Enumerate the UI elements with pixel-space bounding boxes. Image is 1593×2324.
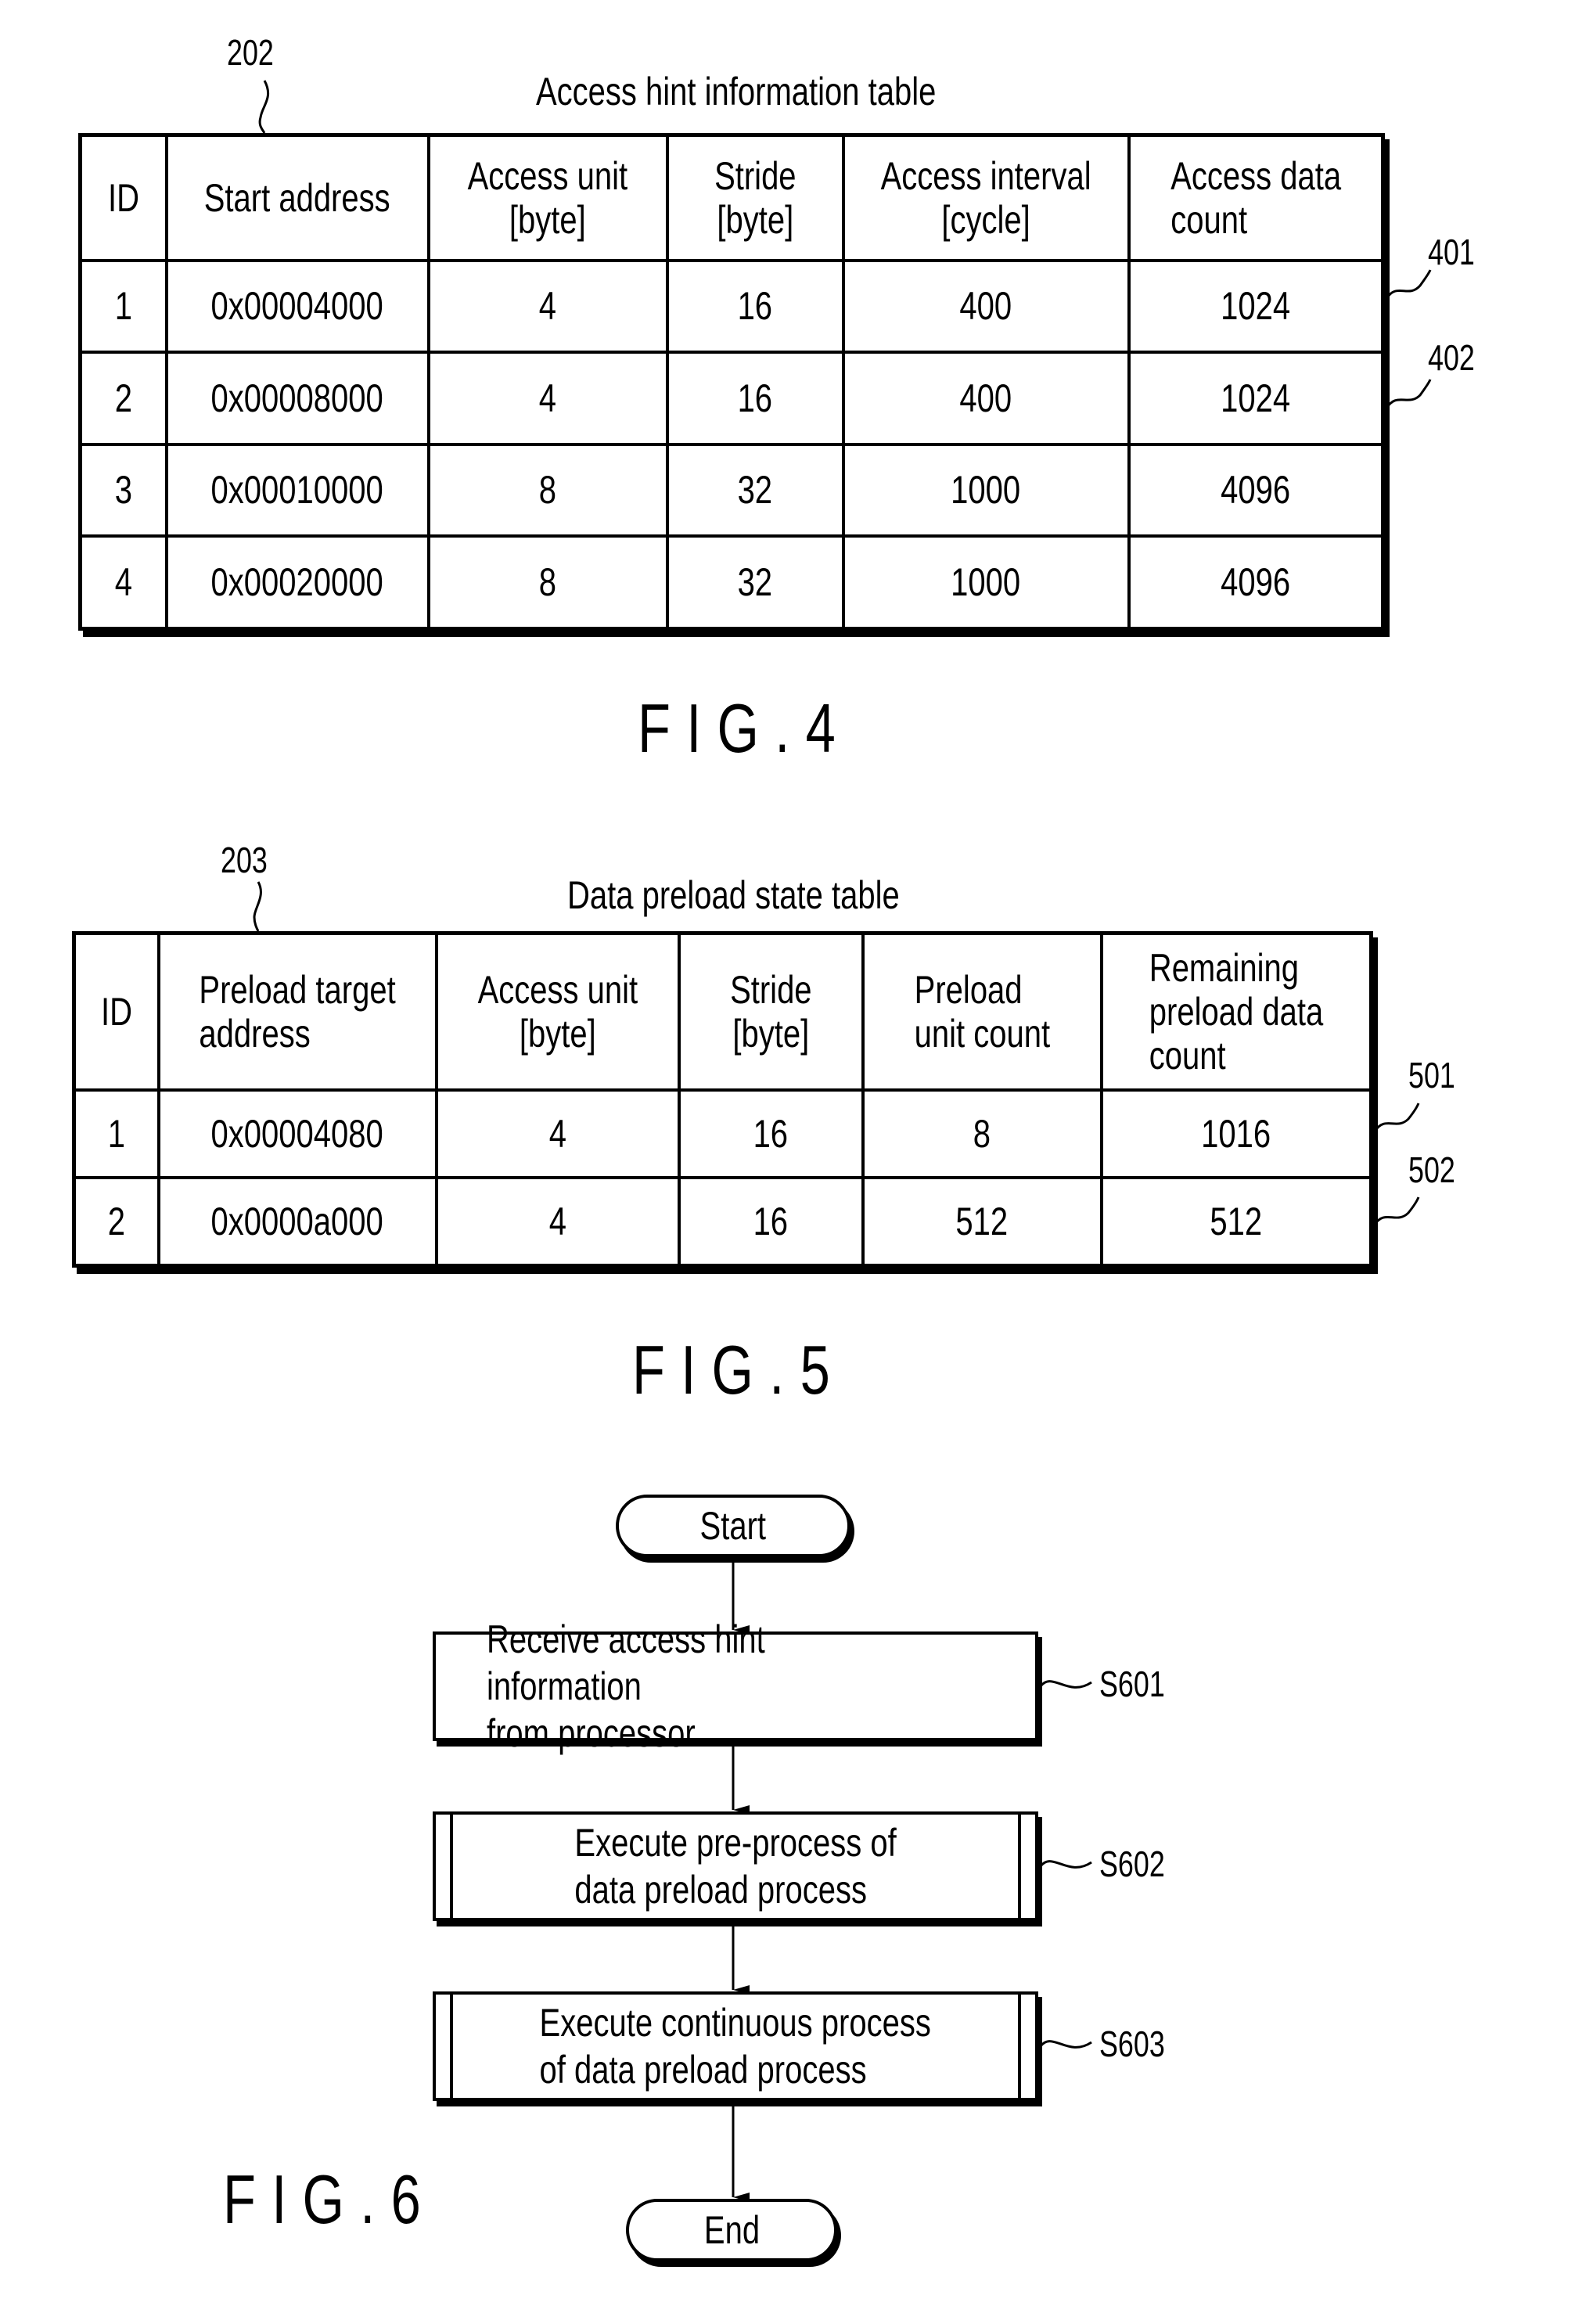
- leader-401: [1385, 269, 1432, 300]
- leader-s602: [1039, 1860, 1092, 1869]
- leader-202: [258, 80, 270, 134]
- leader-s601: [1039, 1680, 1092, 1689]
- leader-402: [1385, 379, 1432, 409]
- leader-502: [1373, 1196, 1420, 1225]
- connector-overlay: [253, 80, 1432, 2202]
- leader-203: [253, 881, 262, 932]
- leader-s603: [1039, 2040, 1092, 2049]
- leader-501: [1373, 1103, 1420, 1132]
